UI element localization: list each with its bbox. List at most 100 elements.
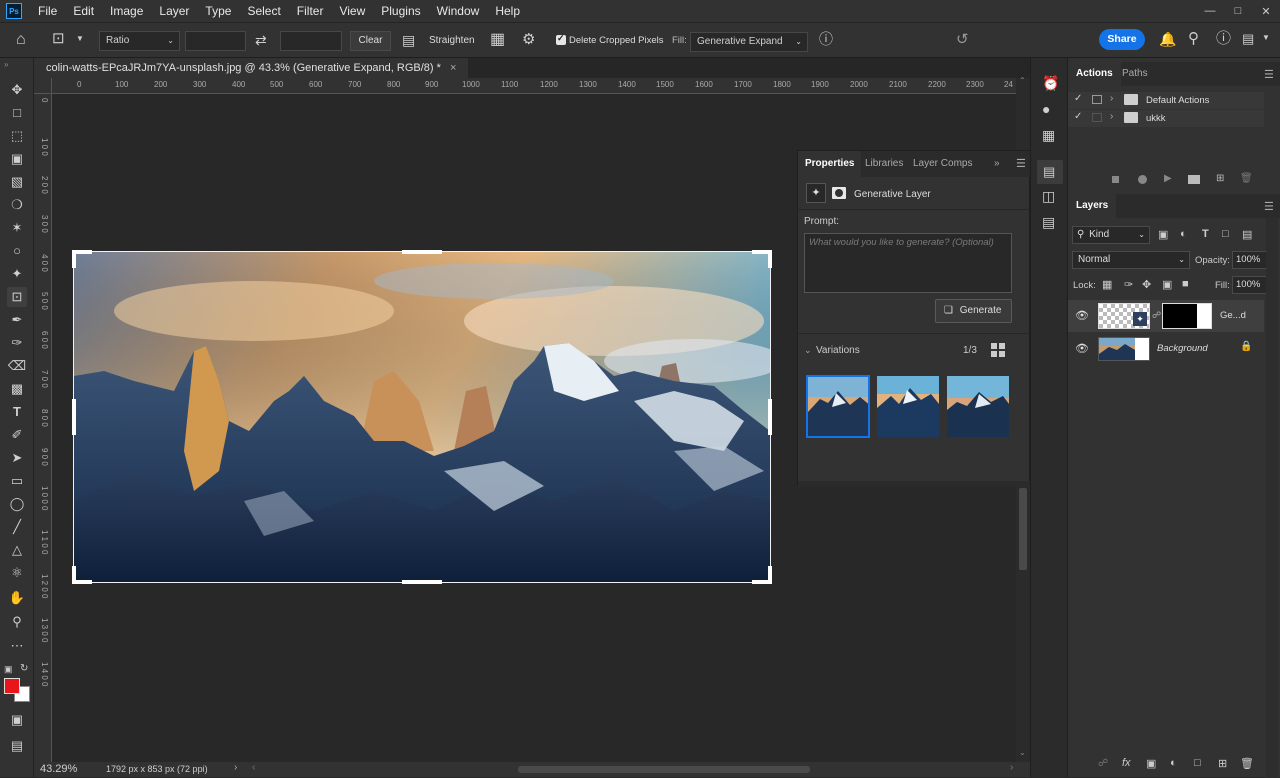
check-icon[interactable]: ✓ xyxy=(1074,93,1082,104)
path-select-tool-icon[interactable]: ➤ xyxy=(7,448,27,468)
layer-row[interactable]: 👁 Background 🔒 xyxy=(1068,334,1264,364)
crop-frame[interactable] xyxy=(73,251,771,583)
more-tools-icon[interactable]: ⋯ xyxy=(7,636,27,656)
hscroll-left-icon[interactable]: ‹ xyxy=(252,762,255,773)
generate-button[interactable]: ❏ Generate xyxy=(935,299,1012,323)
menu-select[interactable]: Select xyxy=(239,0,288,22)
straighten-icon[interactable]: ▤ xyxy=(402,33,415,47)
menu-image[interactable]: Image xyxy=(102,0,151,22)
zoom-level[interactable]: 43.29% xyxy=(40,763,77,775)
eyedropper-tool-icon[interactable]: ✒ xyxy=(7,310,27,330)
scroll-thumb[interactable] xyxy=(1019,488,1027,570)
workspace-icon[interactable]: ▤ xyxy=(1242,32,1254,45)
search-icon[interactable]: ⚲ xyxy=(1188,31,1199,46)
action-set-row[interactable]: ✓ › Default Actions xyxy=(1068,92,1264,109)
quick-select-tool-icon[interactable]: ○ xyxy=(7,241,27,261)
crop-handle[interactable] xyxy=(768,399,772,435)
quick-mask-icon[interactable]: ▣ xyxy=(7,710,27,730)
menu-help[interactable]: Help xyxy=(487,0,528,22)
crop-handle[interactable] xyxy=(402,580,442,584)
crop-tool-icon[interactable]: ⊡ xyxy=(7,287,27,307)
crop-handle[interactable] xyxy=(768,250,772,268)
new-set-icon[interactable] xyxy=(1188,175,1200,184)
marquee-tool-icon[interactable]: ⬚ xyxy=(7,126,27,146)
lock-paint-icon[interactable]: ✑ xyxy=(1124,278,1133,291)
scroll-down-icon[interactable]: ⌄ xyxy=(1019,748,1026,757)
fill-select[interactable]: Generative Expand ⌄ xyxy=(690,32,808,52)
panel-menu-icon[interactable]: ☰ xyxy=(1264,68,1274,81)
hand-tool-icon[interactable]: ✋ xyxy=(7,588,27,608)
filter-adjustment-icon[interactable]: ◐ xyxy=(1180,228,1187,240)
libraries-icon[interactable]: ◫ xyxy=(1042,189,1055,203)
help-icon[interactable]: ⓘ xyxy=(1216,31,1231,46)
hscroll-thumb[interactable] xyxy=(518,766,810,773)
tab-layers[interactable]: Layers xyxy=(1068,194,1117,218)
ratio-select[interactable]: Ratio ⌄ xyxy=(99,31,180,51)
hscroll-right-icon[interactable]: › xyxy=(1010,762,1013,773)
fx-icon[interactable]: fx xyxy=(1122,757,1131,769)
crop-tool-icon[interactable]: ⊡ xyxy=(52,31,65,46)
lasso-tool-icon[interactable]: ❍ xyxy=(7,195,27,215)
tab-properties[interactable]: Properties xyxy=(798,151,862,177)
generative-fill-tool-icon[interactable]: ▧ xyxy=(7,172,27,192)
crop-handle[interactable] xyxy=(402,250,442,254)
crop-handle[interactable] xyxy=(72,399,76,435)
grid-overlay-icon[interactable]: ▦ xyxy=(490,32,505,48)
chevron-down-icon[interactable]: ▼ xyxy=(76,35,84,43)
straighten-label[interactable]: Straighten xyxy=(429,35,475,46)
workspace-chevron-icon[interactable]: ▼ xyxy=(1262,34,1270,42)
add-mask-icon[interactable]: ▣ xyxy=(1146,757,1156,770)
polygon-lasso-tool-icon[interactable]: ✶ xyxy=(7,218,27,238)
menu-filter[interactable]: Filter xyxy=(289,0,332,22)
link-icon[interactable]: ☍ xyxy=(1152,310,1161,321)
info-icon[interactable]: ⓘ xyxy=(819,32,833,46)
menu-file[interactable]: File xyxy=(30,0,65,22)
blend-mode-select[interactable]: Normal ⌄ xyxy=(1072,251,1190,269)
variation-thumbnail[interactable] xyxy=(947,376,1009,437)
default-colors-icon[interactable]: ▣ xyxy=(4,664,13,675)
properties-dock-button[interactable]: ▤ xyxy=(1037,160,1063,184)
check-icon[interactable]: ✓ xyxy=(1074,111,1082,122)
triangle-tool-icon[interactable]: △ xyxy=(7,540,27,560)
screen-mode-icon[interactable]: ▤ xyxy=(7,736,27,756)
panel-menu-icon[interactable]: ☰ xyxy=(1264,200,1274,213)
eraser-tool-icon[interactable]: ⌫ xyxy=(7,356,27,376)
layer-filter-select[interactable]: ⚲ Kind ⌄ xyxy=(1072,226,1150,244)
lock-transparency-icon[interactable]: ▦ xyxy=(1102,278,1112,291)
swap-icon[interactable]: ⇄ xyxy=(255,33,267,47)
scroll-up-icon[interactable]: ⌃ xyxy=(1019,76,1026,85)
new-action-icon[interactable]: ⊞ xyxy=(1216,173,1224,184)
lock-position-icon[interactable]: ✥ xyxy=(1142,278,1151,291)
panel-menu-icon[interactable]: ☰ xyxy=(1016,157,1026,170)
ellipse-tool-icon[interactable]: ◯ xyxy=(7,494,27,514)
pen-tool-icon[interactable]: ✐ xyxy=(7,425,27,445)
foreground-color-swatch[interactable] xyxy=(4,678,20,694)
eye-icon[interactable]: 👁 xyxy=(1075,309,1089,322)
link-layers-icon[interactable]: ☍ xyxy=(1098,758,1108,769)
type-tool-icon[interactable]: T xyxy=(7,402,27,422)
record-icon[interactable] xyxy=(1138,175,1147,184)
lock-artboard-icon[interactable]: ▣ xyxy=(1162,278,1172,291)
swatches-icon[interactable]: ▦ xyxy=(1042,128,1055,142)
undo-icon[interactable]: ↺ xyxy=(956,32,969,47)
filter-type-icon[interactable]: T xyxy=(1202,228,1209,240)
menu-edit[interactable]: Edit xyxy=(65,0,102,22)
clear-button[interactable]: Clear xyxy=(350,31,391,51)
lock-icon[interactable]: 🔒 xyxy=(1240,341,1252,352)
delete-icon[interactable]: 🗑 xyxy=(1240,173,1253,184)
minimize-icon[interactable]: — xyxy=(1196,0,1224,22)
tab-actions[interactable]: Actions xyxy=(1068,62,1121,86)
menu-window[interactable]: Window xyxy=(429,0,488,22)
tab-paths[interactable]: Paths xyxy=(1114,62,1156,86)
new-group-icon[interactable]: □ xyxy=(1194,757,1201,769)
chevron-right-icon[interactable]: › xyxy=(1110,93,1113,104)
variations-collapse-icon[interactable]: ⌄ xyxy=(804,345,812,356)
gear-icon[interactable]: ⚙ xyxy=(522,32,535,47)
grid-view-icon[interactable] xyxy=(991,343,1006,357)
share-button[interactable]: Share xyxy=(1099,29,1145,50)
magic-wand-tool-icon[interactable]: ✦ xyxy=(7,264,27,284)
adjustment-icon[interactable]: ◐ xyxy=(1170,757,1177,769)
paint-icon[interactable]: ● xyxy=(1042,102,1050,116)
layer-comps-icon[interactable]: ▤ xyxy=(1042,215,1055,229)
menu-type[interactable]: Type xyxy=(197,0,239,22)
